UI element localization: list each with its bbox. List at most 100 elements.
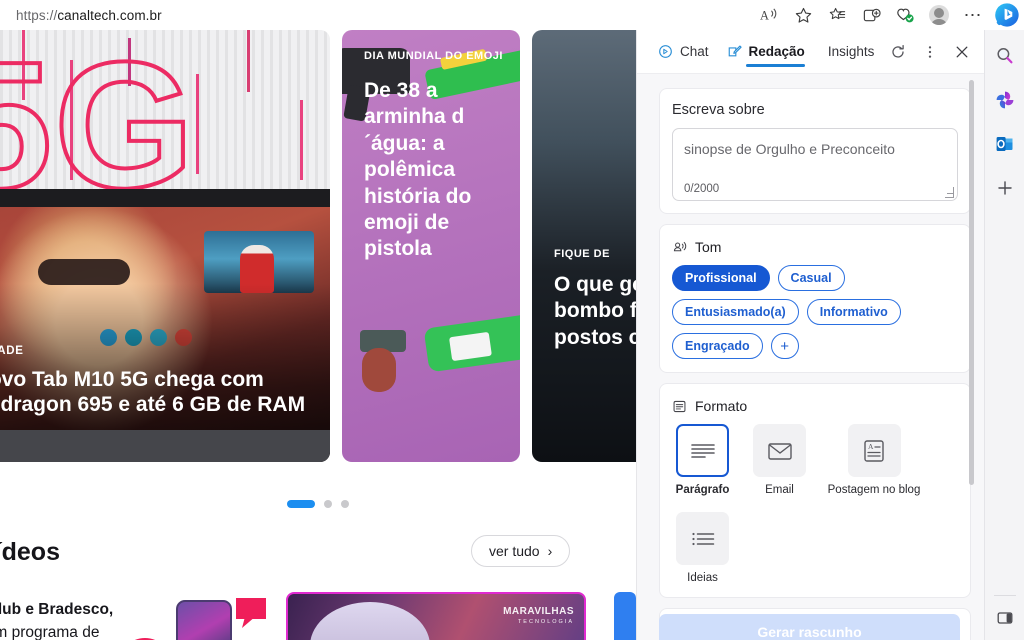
split-screen-icon[interactable] [854,1,888,29]
video-item-1[interactable]: eClub e Bradesco, çam programa de [0,592,276,640]
card1-5g-glyph: 5G [0,36,196,195]
tab-redacao[interactable]: Redação [718,30,814,74]
format-title: Formato [695,398,747,414]
close-icon[interactable] [947,37,977,67]
bing-sidebar: Chat Redação Insights Escreva sobre s [636,30,984,640]
video-item-3-partial[interactable] [614,592,636,640]
prompt-label: Escreva sobre [672,102,958,118]
videos-title: Vídeos [0,538,60,567]
microsoft365-icon[interactable] [991,86,1019,114]
url-domain: canaltech.com.br [57,8,161,23]
refresh-icon[interactable] [883,37,913,67]
tone-option-informativo[interactable]: Informativo [807,299,901,325]
card1-kicker: VIDADE [0,345,330,357]
tone-add-custom-button[interactable]: + [771,333,799,359]
format-option-label: Parágrafo [676,484,730,496]
format-option-paragrafo[interactable]: Parágrafo [672,424,733,496]
format-option-label: Ideias [687,572,718,584]
toggle-sidebar-icon[interactable] [991,604,1019,632]
search-magnifier-icon[interactable] [991,42,1019,70]
prompt-placeholder: sinopse de Orgulho e Preconceito [684,141,895,157]
tone-option-entusiasmado[interactable]: Entusiasmado(a) [672,299,799,325]
card1-gradient-overlay [0,207,330,462]
format-option-postagem-blog[interactable]: A Postagem no blog [826,424,922,496]
format-option-label: Email [765,484,794,496]
carousel-card-3[interactable]: FIQUE DE O que golpe bombo fantas postos… [532,30,636,462]
carousel-dot-3[interactable] [341,500,349,508]
tab-insights-label: Insights [828,44,875,59]
compose-pencil-icon [727,44,742,59]
format-section: Formato Parágrafo Email A [659,383,971,598]
tone-section: Tom Profissional Casual Entusiasmado(a) … [659,224,971,373]
format-title-row: Formato [672,398,958,414]
tab-chat[interactable]: Chat [649,30,718,74]
tab-redacao-label: Redação [749,44,805,59]
prompt-textarea[interactable]: sinopse de Orgulho e Preconceito 0/2000 [672,128,958,201]
outlook-icon[interactable] [991,130,1019,158]
carousel-dot-1[interactable] [287,500,315,508]
paragraph-lines-icon [689,440,717,462]
bing-copilot-icon[interactable] [990,1,1024,29]
compose-panel: Escreva sobre sinopse de Orgulho e Preco… [637,74,984,640]
sidebar-tabbar: Chat Redação Insights [637,30,984,74]
more-options-icon[interactable] [915,37,945,67]
resize-grip-icon[interactable] [945,189,954,198]
ellipsis-glyph: ⋯ [964,6,983,24]
browser-actions: A ⋯ [752,0,1024,30]
sidebar-scrollbar[interactable] [969,80,974,485]
read-aloud-icon[interactable]: A [752,1,786,29]
tone-option-profissional[interactable]: Profissional [672,265,770,291]
card2-headline: De 38 a arminha d ´água: a polêmica hist… [364,78,512,263]
carousel-dot-2[interactable] [324,500,332,508]
chevron-right-icon: › [548,543,553,559]
rail-bottom-group [985,604,1024,632]
avatar [929,5,949,25]
carousel-card-1[interactable]: 5G VIDADE novo Tab M10 5G chega com apdr… [0,30,330,462]
card2-kicker: DIA MUNDIAL DO EMOJI [364,50,512,64]
format-icon-box: A [848,424,901,477]
edge-sidebar-rail [984,30,1024,640]
blog-post-icon: A [861,438,887,464]
carousel-pagination[interactable] [0,500,636,508]
tone-options: Profissional Casual Entusiasmado(a) Info… [672,265,958,359]
add-icon[interactable] [991,174,1019,202]
carousel-card-2[interactable]: DIA MUNDIAL DO EMOJI De 38 a arminha d ´… [342,30,520,462]
tone-title: Tom [695,239,721,255]
card3-headline: O que golpe bombo fantas postos combu [554,272,636,351]
settings-more-icon[interactable]: ⋯ [956,1,990,29]
profile-avatar[interactable] [922,1,956,29]
webpage-content: 5G VIDADE novo Tab M10 5G chega com apdr… [0,30,636,640]
tone-option-engracado[interactable]: Engraçado [672,333,763,359]
watermark-sub: TECNOLOGIA [503,619,574,626]
format-icon-box [676,512,729,565]
address-bar[interactable]: https://canaltech.com.br [16,8,162,23]
robot-thumbnail-art [310,602,430,640]
format-options: Parágrafo Email A Postagem no blog [672,424,958,584]
see-all-label: ver tudo [489,543,540,559]
sidebar-header-actions [883,37,977,67]
format-option-ideias[interactable]: Ideias [672,512,733,584]
generate-draft-button[interactable]: Gerar rascunho [659,614,960,640]
rail-divider [994,595,1016,596]
video-item-2[interactable]: MARAVILHAS TECNOLOGIA [286,592,586,640]
card3-kicker: FIQUE DE [554,248,636,260]
tab-insights[interactable]: Insights [814,30,884,74]
news-carousel: 5G VIDADE novo Tab M10 5G chega com apdr… [0,30,636,462]
videos-row: eClub e Bradesco, çam programa de MARAVI… [0,592,636,640]
see-all-button[interactable]: ver tudo › [471,535,570,567]
card1-divider [0,189,330,207]
character-counter: 0/2000 [684,183,719,195]
svg-text:A: A [760,8,769,22]
browser-essentials-icon[interactable] [888,1,922,29]
favorite-star-icon[interactable] [786,1,820,29]
card3-text: FIQUE DE O que golpe bombo fantas postos… [554,248,636,351]
card1-text: VIDADE novo Tab M10 5G chega com apdrago… [0,345,330,418]
format-option-email[interactable]: Email [749,424,810,496]
collections-icon[interactable] [820,1,854,29]
tone-option-label: Engraçado [685,339,750,353]
watermark-main: MARAVILHAS [503,606,574,617]
url-prefix: https:// [16,8,57,23]
browser-toolbar: https://canaltech.com.br A ⋯ [0,0,1024,30]
tone-option-casual[interactable]: Casual [778,265,845,291]
tone-option-label: Profissional [685,271,757,285]
